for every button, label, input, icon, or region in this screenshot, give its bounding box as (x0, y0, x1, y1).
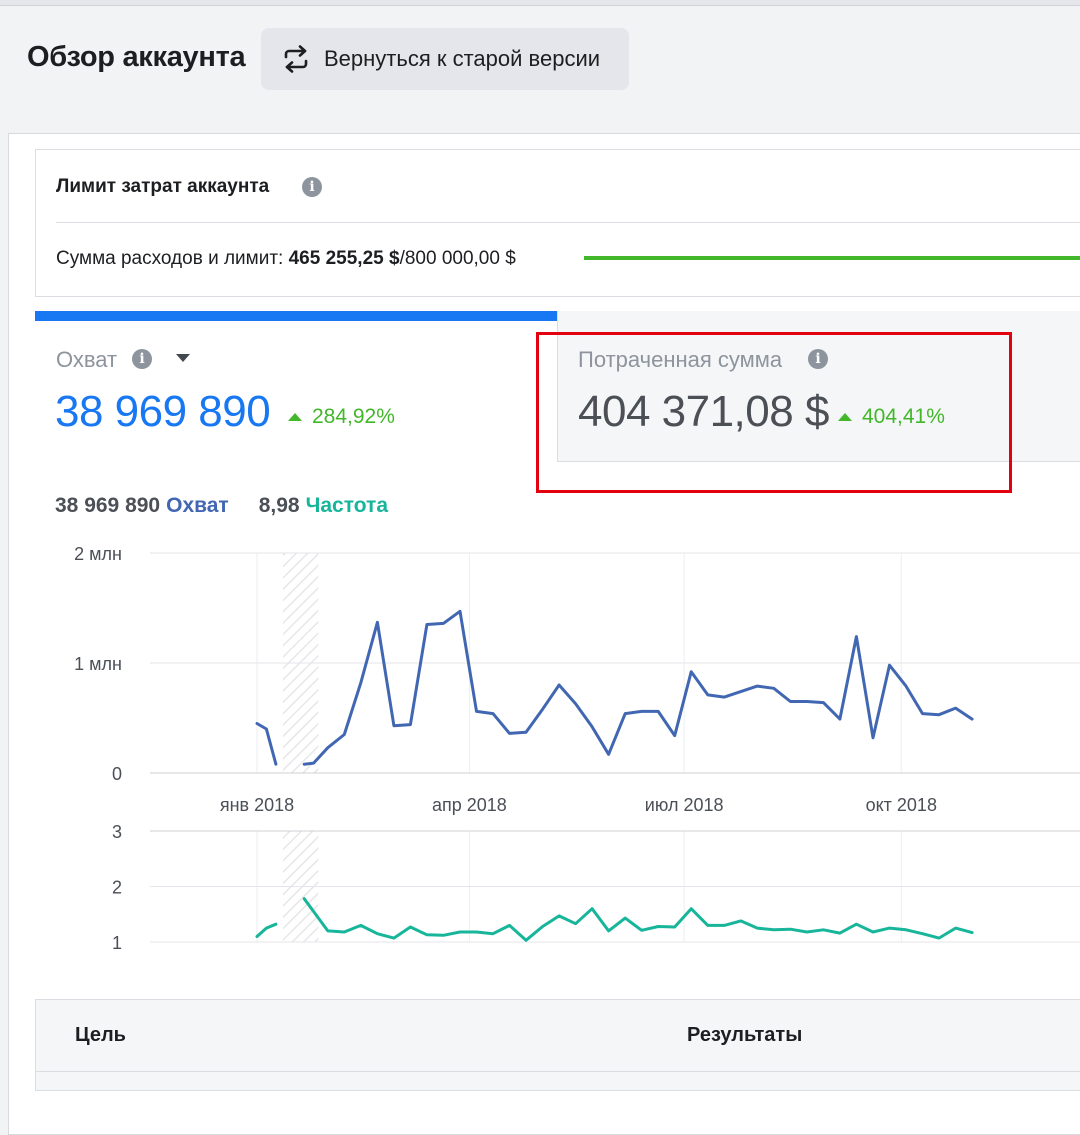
divider (36, 1071, 1080, 1072)
column-header-goal[interactable]: Цель (75, 1024, 126, 1047)
frequency-series-line (302, 897, 974, 942)
x-tick-label: янв 2018 (220, 795, 294, 815)
y-tick-label: 2 млн (74, 544, 122, 564)
reach-frequency-charts: 0 1 млн 2 млн янв 2018 апр 2018 июл 2018 окт 2… (74, 544, 1080, 953)
x-tick-label: окт 2018 (866, 795, 937, 815)
frequency-series-line (255, 922, 278, 938)
reach-series-line (255, 722, 278, 766)
column-header-results[interactable]: Результаты (687, 1024, 802, 1047)
reach-series-line (302, 609, 974, 766)
results-table-header (35, 999, 1080, 1091)
x-tick-label: апр 2018 (432, 795, 507, 815)
y-tick-label: 1 (112, 933, 122, 953)
y-tick-label: 1 млн (74, 654, 122, 674)
y-tick-label: 0 (112, 764, 122, 784)
x-tick-label: июл 2018 (645, 795, 724, 815)
y-tick-label: 3 (112, 822, 122, 842)
y-tick-label: 2 (112, 878, 122, 898)
